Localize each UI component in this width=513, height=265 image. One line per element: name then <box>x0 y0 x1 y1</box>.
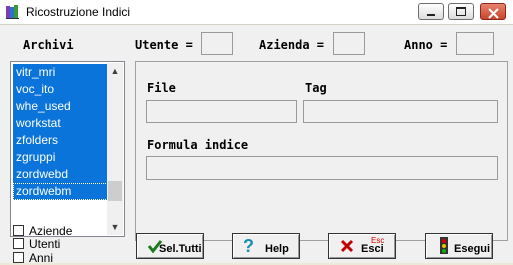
traffic-light-icon <box>436 237 452 258</box>
exit-label: Esci <box>361 243 384 255</box>
help-label: Help <box>265 243 289 255</box>
list-scrollbar[interactable]: ▲ ▼ <box>107 63 123 235</box>
minimize-button[interactable] <box>418 3 444 20</box>
window: Ricostruzione Indici Archivi Utente = Az… <box>0 0 513 265</box>
checkbox-box[interactable] <box>13 238 24 249</box>
question-mark-icon: ? <box>243 236 254 256</box>
maximize-button[interactable] <box>448 3 474 20</box>
execute-label: Esegui <box>454 243 491 255</box>
list-item[interactable]: voc_ito <box>13 81 108 98</box>
checkbox-box[interactable] <box>13 225 24 236</box>
close-icon <box>488 6 499 24</box>
dialog-body: Archivi Utente = Azienda = Anno = vitr_m… <box>0 25 513 265</box>
select-all-button[interactable]: Sel.Tutti <box>136 233 204 259</box>
close-button[interactable] <box>480 3 506 20</box>
index-details-panel: File Tag Formula indice <box>135 61 508 241</box>
utente-label: Utente = <box>135 38 193 52</box>
select-all-label: Sel.Tutti <box>159 243 202 255</box>
formula-field[interactable] <box>146 156 498 180</box>
tag-field[interactable] <box>303 100 498 123</box>
list-item[interactable]: workstat <box>13 115 108 132</box>
app-icon <box>5 4 21 20</box>
archivi-label: Archivi <box>23 38 74 52</box>
utente-field[interactable] <box>201 32 233 55</box>
execute-button[interactable]: Esegui <box>425 233 493 259</box>
formula-label: Formula indice <box>147 138 249 152</box>
list-item[interactable]: zgruppi <box>13 149 108 166</box>
checkbox-box[interactable] <box>13 252 24 263</box>
list-item[interactable]: zfolders <box>13 132 108 149</box>
azienda-field[interactable] <box>333 32 365 55</box>
scroll-up-arrow-icon[interactable]: ▲ <box>107 63 123 79</box>
list-item[interactable]: whe_used <box>13 98 108 115</box>
maximize-icon <box>456 7 466 16</box>
list-item[interactable]: zordwebd <box>13 166 108 183</box>
list-item[interactable]: zordwebm <box>13 183 108 200</box>
exit-button[interactable]: Esc Esci <box>328 233 396 259</box>
window-title: Ricostruzione Indici <box>26 5 131 19</box>
help-button[interactable]: ? Help <box>232 233 300 259</box>
minimize-icon <box>427 14 435 16</box>
red-x-icon <box>339 238 355 257</box>
list-item[interactable]: vitr_mri <box>13 64 108 81</box>
file-label: File <box>147 81 176 95</box>
file-field[interactable] <box>146 100 297 123</box>
anno-label: Anno = <box>404 38 448 52</box>
anno-field[interactable] <box>456 32 494 55</box>
azienda-label: Azienda = <box>259 38 325 52</box>
scroll-thumb[interactable] <box>108 181 122 201</box>
title-bar[interactable]: Ricostruzione Indici <box>0 0 513 25</box>
tag-label: Tag <box>305 81 327 95</box>
archivi-listbox[interactable]: vitr_mri voc_ito whe_used workstat zfold… <box>10 61 125 237</box>
scroll-down-arrow-icon[interactable]: ▼ <box>107 219 123 235</box>
